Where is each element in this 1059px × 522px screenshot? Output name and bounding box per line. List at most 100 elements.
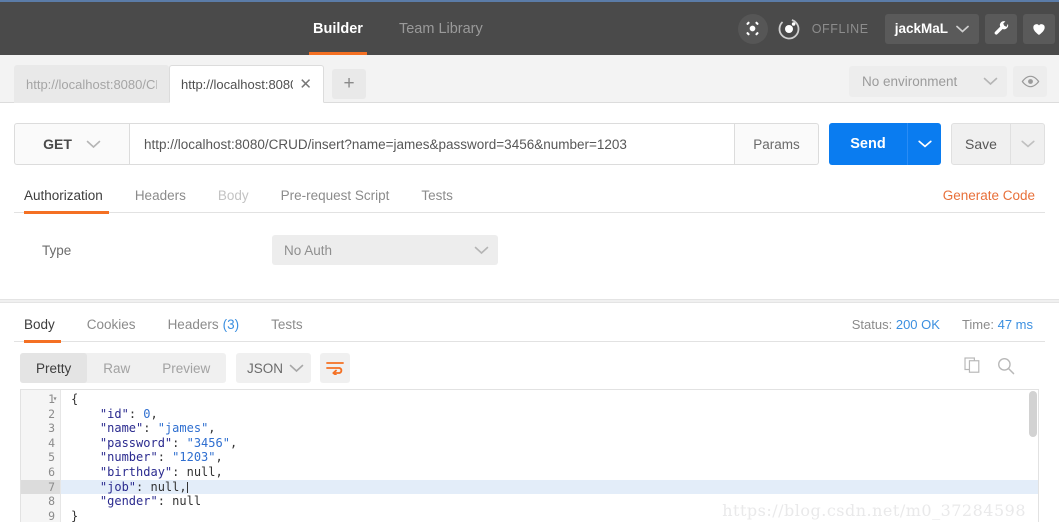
line-number: 5 — [21, 450, 61, 465]
response-format-select[interactable]: JSON — [236, 353, 312, 383]
params-button[interactable]: Params — [735, 123, 819, 165]
code-line-text: "gender": null — [99, 494, 202, 509]
interceptor-glyph — [746, 21, 759, 36]
send-button-group: Send — [829, 123, 941, 165]
auth-type-select[interactable]: No Auth — [272, 235, 498, 265]
request-tab-1-label: http://localhost:8080/CR — [26, 76, 157, 92]
response-tab-cookies[interactable]: Cookies — [71, 307, 152, 342]
send-button-label: Send — [850, 136, 886, 152]
user-name-label: jackMaL — [894, 21, 948, 36]
user-menu-button[interactable]: jackMaL — [884, 13, 979, 44]
code-line: 5 "number": "1203", — [21, 450, 1038, 465]
view-mode-raw[interactable]: Raw — [87, 353, 146, 383]
app-header: Builder Team Library OFFLINE jackMaL — [0, 0, 1059, 55]
header-tab-builder[interactable]: Builder — [295, 2, 381, 55]
chevron-down-icon — [1020, 140, 1035, 148]
view-mode-raw-label: Raw — [103, 360, 131, 376]
response-body-code[interactable]: 1 ▾{2 "id": 0, 3 "name": "james", 4 "passwo… — [21, 390, 1038, 522]
line-number: 8 — [21, 494, 61, 509]
heart-icon[interactable] — [1023, 13, 1055, 44]
sync-status-icon[interactable] — [774, 14, 804, 44]
url-row: GET http://localhost:8080/CRUD/insert?na… — [14, 123, 1045, 165]
interceptor-icon[interactable] — [737, 13, 768, 44]
status-label: Status: — [851, 317, 893, 332]
postman-app-window: Builder Team Library OFFLINE jackMaL htt… — [0, 0, 1059, 522]
line-number: 3 — [21, 421, 61, 436]
environment-controls: No environment — [849, 66, 1047, 97]
tab-headers-label: Headers — [134, 187, 186, 203]
http-method-select[interactable]: GET — [14, 123, 130, 165]
url-input[interactable]: http://localhost:8080/CRUD/insert?name=j… — [130, 123, 735, 165]
save-options-button[interactable] — [1011, 123, 1045, 165]
save-button-label: Save — [965, 136, 997, 152]
save-button[interactable]: Save — [951, 123, 1011, 165]
status-value: 200 OK — [895, 317, 940, 332]
url-input-value: http://localhost:8080/CRUD/insert?name=j… — [144, 136, 627, 152]
header-right-controls: OFFLINE jackMaL — [737, 2, 1055, 55]
generate-code-link[interactable]: Generate Code — [943, 178, 1035, 213]
copy-icon[interactable] — [964, 357, 981, 379]
response-view-toolbar: Pretty Raw Preview JSON — [14, 349, 1045, 389]
request-tab-strip: http://localhost:8080/CR http://localhos… — [0, 55, 1059, 103]
chevron-down-icon — [86, 140, 101, 148]
header-tab-team-library[interactable]: Team Library — [381, 2, 501, 55]
response-tab-tests[interactable]: Tests — [255, 307, 319, 342]
header-tab-group: Builder Team Library — [295, 2, 501, 55]
response-section-tabs: Body Cookies Headers (3) Tests Status: 2… — [14, 307, 1045, 343]
status-badge: Status: 200 OK — [852, 317, 940, 332]
view-mode-pretty[interactable]: Pretty — [20, 353, 88, 383]
fold-toggle-icon[interactable]: ▾ — [51, 392, 59, 407]
wrench-icon[interactable] — [985, 13, 1017, 44]
tab-headers[interactable]: Headers — [119, 178, 202, 213]
tab-body[interactable]: Body — [202, 178, 265, 213]
tab-tests[interactable]: Tests — [405, 178, 469, 213]
code-line: 7 "job": null, — [21, 479, 1038, 495]
environment-select-label: No environment — [862, 74, 958, 89]
response-format-label: JSON — [247, 360, 284, 376]
add-tab-label: + — [343, 73, 355, 94]
request-tab-list: http://localhost:8080/CR http://localhos… — [14, 65, 366, 103]
response-tab-headers-label: Headers — [167, 316, 219, 332]
auth-type-value: No Auth — [284, 242, 333, 258]
send-button[interactable]: Send — [829, 123, 907, 165]
request-tab-2-label: http://localhost:8080/ — [181, 76, 294, 92]
response-tab-headers[interactable]: Headers (3) — [152, 307, 256, 342]
search-glyph — [998, 357, 1015, 374]
view-mode-preview[interactable]: Preview — [146, 353, 226, 383]
editor-vertical-scrollbar[interactable] — [1029, 391, 1037, 437]
code-line-text: "id": 0, — [99, 406, 158, 421]
word-wrap-icon[interactable] — [320, 353, 350, 383]
copy-glyph — [964, 357, 980, 373]
tab-pre-request-script[interactable]: Pre-request Script — [265, 178, 406, 213]
tab-authorization[interactable]: Authorization — [14, 178, 119, 214]
auth-type-label: Type — [42, 242, 72, 258]
environment-quick-look-button[interactable] — [1013, 66, 1047, 97]
response-meta: Status: 200 OK Time: 47 ms — [852, 307, 1033, 342]
response-body-editor[interactable]: 1 ▾{2 "id": 0, 3 "name": "james", 4 "passwo… — [20, 389, 1039, 522]
offline-status-label: OFFLINE — [811, 21, 869, 36]
code-line: 6 "birthday": null, — [21, 464, 1038, 480]
search-icon[interactable] — [997, 357, 1015, 380]
code-line: 9} — [21, 508, 1038, 522]
tab-tests-label: Tests — [421, 187, 453, 203]
chevron-down-icon — [956, 25, 969, 33]
http-method-label: GET — [43, 136, 72, 152]
line-number: 2 — [21, 406, 61, 422]
response-view-mode-group: Pretty Raw Preview — [20, 353, 227, 383]
view-mode-preview-label: Preview — [162, 360, 211, 376]
request-tab-2[interactable]: http://localhost:8080/ ✕ — [169, 65, 324, 103]
view-mode-pretty-label: Pretty — [36, 360, 72, 376]
tab-pre-request-script-label: Pre-request Script — [280, 187, 390, 203]
code-line: 8 "gender": null — [21, 494, 1038, 509]
time-value: 47 ms — [997, 317, 1033, 332]
request-tab-1[interactable]: http://localhost:8080/CR — [14, 65, 169, 103]
add-tab-button[interactable]: + — [332, 69, 366, 99]
close-icon[interactable]: ✕ — [299, 77, 312, 92]
params-button-label: Params — [753, 136, 800, 152]
response-headers-count: (3) — [222, 316, 240, 332]
line-number: 7 — [21, 479, 61, 495]
environment-select[interactable]: No environment — [849, 66, 1007, 97]
code-line-text: } — [71, 508, 79, 522]
send-options-button[interactable] — [907, 123, 941, 165]
response-tab-body[interactable]: Body — [14, 307, 71, 343]
